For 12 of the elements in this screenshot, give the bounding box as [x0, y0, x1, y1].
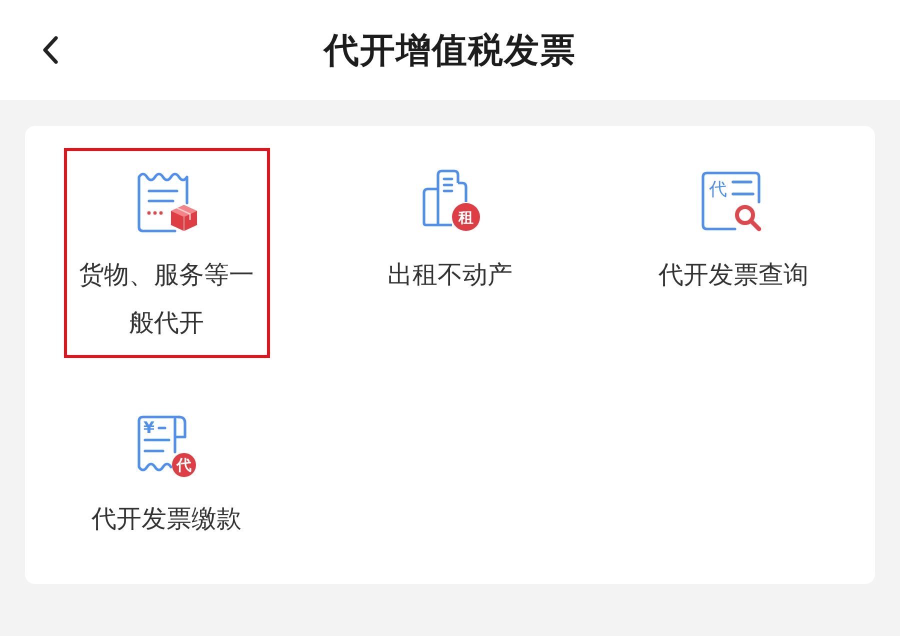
menu-item[interactable]: ¥ 代 代开发票缴款: [64, 392, 270, 554]
menu-item[interactable]: 货物、服务等一般代开: [64, 148, 270, 358]
document-character: 代: [709, 179, 728, 200]
page-title: 代开增值税发票: [324, 30, 576, 72]
chevron-left-icon: [41, 35, 59, 65]
menu-item[interactable]: 租 出租不动产: [346, 148, 553, 358]
stamp-badge: 租: [452, 203, 480, 231]
stamp-badge: 代: [172, 453, 196, 477]
magnifier-icon: [735, 205, 762, 232]
menu-item[interactable]: 代 代开发票查询: [630, 148, 836, 358]
currency-symbol: ¥: [143, 418, 154, 437]
document-frame-icon: [702, 172, 761, 230]
